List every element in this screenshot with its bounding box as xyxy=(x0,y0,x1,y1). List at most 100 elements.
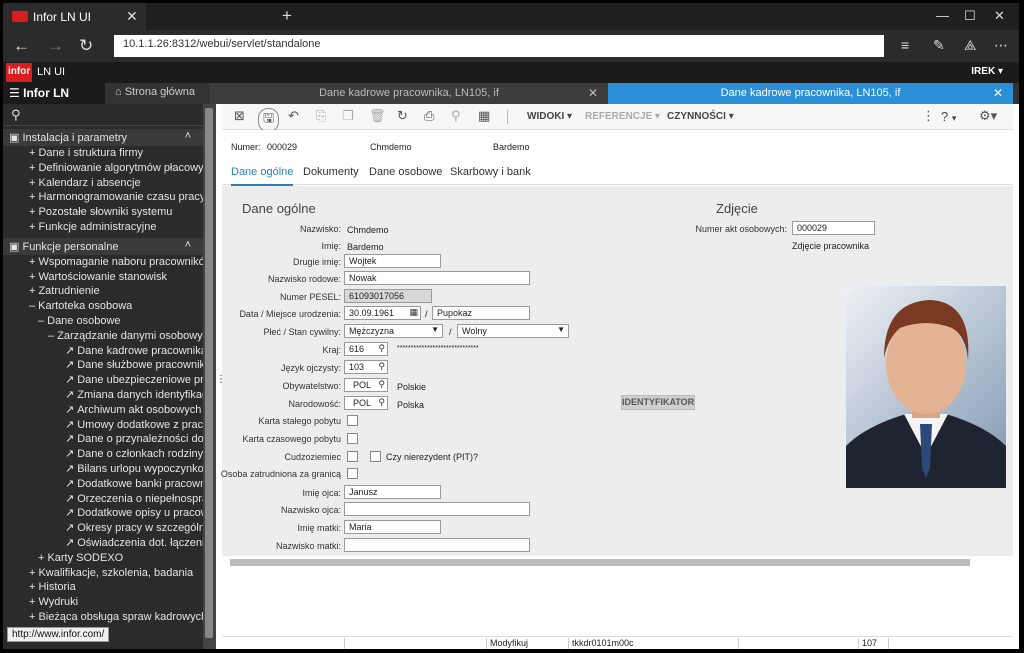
print-icon[interactable]: ⎙ xyxy=(424,108,434,124)
close-icon[interactable]: ✕ xyxy=(993,86,1003,100)
sidebar-item-hr[interactable]: + Wartościowanie stanowisk xyxy=(3,270,203,285)
sidebar-scroll-thumb[interactable] xyxy=(205,108,213,638)
marital-select[interactable]: Wolny ▼ xyxy=(457,324,569,338)
sidebar-item-hr[interactable]: + Wspomaganie naboru pracowników xyxy=(3,255,203,270)
father-surname-input[interactable] xyxy=(344,502,530,516)
citizenship-input[interactable]: POL ⚲ xyxy=(344,378,388,392)
undo-icon[interactable]: ↶ xyxy=(288,108,299,124)
refresh-icon[interactable]: ↻ xyxy=(397,108,408,124)
country-input[interactable]: 616 ⚲ xyxy=(344,342,388,356)
vertical-dots-icon[interactable]: ⋮ xyxy=(922,108,935,124)
birth-place-input[interactable]: Pupokaz xyxy=(432,306,530,320)
tab-home[interactable]: ⌂ Strona główna xyxy=(107,83,208,104)
delete-icon[interactable]: 🗑 xyxy=(369,108,386,124)
actions-menu[interactable]: CZYNNOŚCI ▾ xyxy=(667,111,734,122)
share-icon[interactable]: ⟁ xyxy=(964,37,977,54)
file-number-input[interactable]: 000029 xyxy=(792,221,875,235)
sidebar-item-install[interactable]: + Funkcje administracyjne xyxy=(3,220,203,235)
close-window-icon[interactable]: ✕ xyxy=(994,8,1005,24)
sidebar-item-hr[interactable]: + Zatrudnienie xyxy=(3,284,203,299)
sidebar-item-install[interactable]: + Dane i struktura firmy xyxy=(3,146,203,161)
sidebar-item-hr[interactable]: + Bieżąca obsługa spraw kadrowych xyxy=(3,610,203,625)
close-tab-icon[interactable]: ✕ xyxy=(126,8,138,25)
annotate-icon[interactable]: ✎ xyxy=(933,37,945,54)
sidebar-item-install[interactable]: + Harmonogramowanie czasu pracy xyxy=(3,190,203,205)
temp-card-checkbox[interactable] xyxy=(347,433,358,444)
new-tab-icon[interactable]: + xyxy=(282,6,292,26)
zoom-icon[interactable]: ⚲ xyxy=(378,397,385,408)
browser-tab[interactable]: Infor LN UI ✕ xyxy=(3,3,146,30)
close-icon[interactable]: ✕ xyxy=(588,86,598,100)
abroad-checkbox[interactable] xyxy=(347,468,358,479)
sidebar-item-hr[interactable]: + Wydruki xyxy=(3,595,203,610)
second-name-input[interactable]: Wojtek xyxy=(344,254,441,268)
zoom-icon[interactable]: ⚲ xyxy=(378,343,385,354)
sidebar-item-hr[interactable]: ↗Dodatkowe banki pracowni... xyxy=(3,477,203,492)
views-menu[interactable]: WIDOKI ▾ xyxy=(527,111,572,122)
refresh-icon[interactable]: ↻ xyxy=(79,36,93,56)
sidebar-item-hr[interactable]: ↗ Dane służbowe pracownika xyxy=(3,358,203,373)
sidebar-item-hr[interactable]: ↗Dane ubezpieczeniowe pra... xyxy=(3,373,203,388)
back-icon[interactable]: ← xyxy=(13,36,30,56)
sidebar-item-hr[interactable]: ↗Okresy pracy w szczególny... xyxy=(3,521,203,536)
tab-documents[interactable]: Dokumenty xyxy=(303,166,359,178)
tab-session-1[interactable]: Dane kadrowe pracownika, LN105, if ✕ xyxy=(210,83,608,104)
more-icon[interactable]: ⋯ xyxy=(994,37,1008,54)
form-horizontal-scrollbar[interactable] xyxy=(230,559,970,566)
sidebar-item-hr[interactable]: ↗Dane o członkach rodziny p... xyxy=(3,447,203,462)
id-card-button[interactable]: IDENTYFIKATOR xyxy=(621,395,695,410)
sidebar-item-hr[interactable]: ↗Zmiana danych identyfikacy... xyxy=(3,388,203,403)
sex-select[interactable]: Mężczyzna ▼ xyxy=(344,324,443,338)
save-icon[interactable]: 🖫 xyxy=(258,108,280,132)
url-input[interactable]: 10.1.1.26:8312/webui/servlet/standalone xyxy=(114,35,884,57)
sidebar-item-hr[interactable]: ↗Bilans urlopu wypoczynkow... xyxy=(3,462,203,477)
sidebar-item-hr[interactable]: + Historia xyxy=(3,580,203,595)
calculator-icon[interactable]: ▦ xyxy=(478,108,490,124)
nonresident-checkbox[interactable] xyxy=(370,451,381,462)
sidebar-item-install[interactable]: + Definiowanie algorytmów płacowych xyxy=(3,161,203,176)
maximize-icon[interactable]: ☐ xyxy=(964,8,976,24)
tab-session-2[interactable]: Dane kadrowe pracownika, LN105, if ✕ xyxy=(608,83,1013,104)
sidebar-item-hr[interactable]: – Zarządzanie danymi osobowymi xyxy=(3,329,203,344)
maiden-name-input[interactable]: Nowak xyxy=(344,271,530,285)
new-group-icon[interactable]: ⊠ xyxy=(234,108,245,124)
sidebar-item-hr[interactable]: + Karty SODEXO xyxy=(3,551,203,566)
sidebar-item-hr[interactable]: – Kartoteka osobowa xyxy=(3,299,203,314)
sidebar-item-hr[interactable]: ↗Umowy dodatkowe z praco... xyxy=(3,418,203,433)
father-name-input[interactable]: Janusz xyxy=(344,485,441,499)
sidebar-item-install[interactable]: + Pozostałe słowniki systemu xyxy=(3,205,203,220)
sidebar-item-hr[interactable]: ↗ Dane kadrowe pracownika xyxy=(3,344,203,359)
sidebar-section-install[interactable]: ▣ Instalacja i parametry ˄ xyxy=(3,129,203,146)
sidebar-section-hr[interactable]: ▣ Funkcje personalne ˄ xyxy=(3,237,203,255)
gear-icon[interactable]: ⚙▾ xyxy=(979,108,997,124)
sidebar-item-hr[interactable]: + Kwalifikacje, szkolenia, badania xyxy=(3,566,203,581)
help-menu[interactable]: ? ▾ xyxy=(941,109,956,124)
zoom-icon[interactable]: ⚲ xyxy=(378,361,385,372)
tab-general[interactable]: Dane ogólne xyxy=(231,166,294,186)
sidebar-item-hr[interactable]: ↗Archiwum akt osobowych p... xyxy=(3,403,203,418)
birth-date-input[interactable]: 30.09.1961 ▦ xyxy=(344,306,421,320)
sidebar-item-hr[interactable]: – Dane osobowe xyxy=(3,314,203,329)
minimize-icon[interactable]: — xyxy=(936,8,949,23)
mother-name-input[interactable]: Maria xyxy=(344,520,441,534)
sidebar-item-hr[interactable]: ↗Dane o przynależności do o... xyxy=(3,432,203,447)
menu-toggle[interactable]: ☰ Infor LN xyxy=(3,83,105,104)
tab-personal[interactable]: Dane osobowe xyxy=(369,166,442,178)
new-record-icon[interactable]: ⎘ xyxy=(316,108,326,124)
copy-record-icon[interactable]: ❐ xyxy=(342,108,354,124)
menu-search[interactable]: ⚲ xyxy=(3,104,203,126)
perm-card-checkbox[interactable] xyxy=(347,415,358,426)
references-menu[interactable]: REFERENCJE ▾ xyxy=(585,111,660,122)
sidebar-item-hr[interactable]: ↗Oświadczenia dot. łączenia... xyxy=(3,536,203,551)
nationality-input[interactable]: POL ⚲ xyxy=(344,396,388,410)
calendar-icon[interactable]: ▦ xyxy=(409,307,418,318)
user-menu[interactable]: IREK ▾ xyxy=(971,66,1003,77)
sidebar-item-install[interactable]: + Kalendarz i absencje xyxy=(3,176,203,191)
sidebar-item-hr[interactable]: ↗Dodatkowe opisy u pracow... xyxy=(3,506,203,521)
tab-tax-bank[interactable]: Skarbowy i bank xyxy=(450,166,531,178)
zoom-icon[interactable]: ⚲ xyxy=(378,379,385,390)
reading-list-icon[interactable]: ≡ xyxy=(901,37,909,53)
language-input[interactable]: 103 ⚲ xyxy=(344,360,388,374)
mother-surname-input[interactable] xyxy=(344,538,530,552)
sidebar-item-hr[interactable]: ↗Orzeczenia o niepełnospra... xyxy=(3,492,203,507)
